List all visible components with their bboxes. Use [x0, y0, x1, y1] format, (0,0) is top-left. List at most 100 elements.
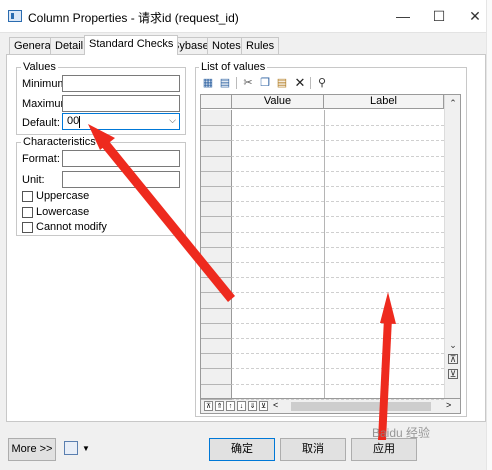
grid-row-line	[201, 307, 444, 309]
row-header[interactable]	[201, 353, 232, 355]
window-edge	[486, 0, 492, 470]
scroll-up-icon[interactable]: ⌃	[445, 96, 460, 110]
tab-rules[interactable]: Rules	[241, 37, 280, 54]
grid-row-line	[201, 170, 444, 172]
grid-row-line	[201, 262, 444, 263]
grid-row-line	[201, 140, 444, 142]
row-header[interactable]	[201, 140, 232, 142]
row-header[interactable]	[201, 216, 232, 218]
chevron-down-icon[interactable]: ▼	[82, 444, 90, 453]
grid-row-line	[201, 322, 444, 324]
default-value: 00	[67, 115, 80, 127]
row-header[interactable]	[201, 170, 232, 172]
grid-corner	[201, 95, 232, 109]
next-page-icon[interactable]: ⇓	[248, 401, 257, 411]
title-bar: Column Properties - 请求id (request_id) — …	[0, 0, 492, 32]
paste-icon[interactable]: ▤	[275, 76, 289, 90]
prev-icon[interactable]: ↑	[226, 401, 235, 411]
row-header[interactable]	[201, 186, 232, 187]
add-row-icon[interactable]: ▦	[201, 76, 215, 90]
vertical-scrollbar[interactable]: ⌃ ⌄ ⊼ ⊻	[444, 95, 460, 398]
format-label: Format:	[22, 153, 60, 165]
print-icon[interactable]	[64, 441, 78, 455]
row-header[interactable]	[201, 383, 232, 385]
row-header[interactable]	[201, 277, 232, 279]
column-header-value[interactable]: Value	[232, 95, 324, 109]
chevron-down-icon[interactable]: ⌵	[169, 115, 176, 126]
copy-icon[interactable]: ❐	[258, 76, 272, 90]
row-header[interactable]	[201, 155, 232, 157]
row-header[interactable]	[201, 368, 232, 370]
scroll-page-down-icon[interactable]: ⊻	[448, 369, 458, 379]
grid-row-line	[201, 246, 444, 248]
format-field[interactable]	[62, 150, 180, 167]
window-icon	[8, 10, 22, 22]
values-grid[interactable]: Value Label ⌃ ⌄ ⊼ ⊻ ⊼ ⇑ ↑ ↓ ⇓ ⊻ < >	[200, 94, 461, 414]
grid-row-line	[201, 338, 444, 339]
grid-row-line	[201, 292, 444, 294]
row-header[interactable]	[201, 322, 232, 324]
delete-icon[interactable]: ✕	[293, 76, 307, 90]
values-group-title: Values	[21, 61, 58, 73]
window-title: Column Properties - 请求id (request_id)	[28, 11, 239, 25]
last-icon[interactable]: ⊻	[259, 401, 268, 411]
row-header[interactable]	[201, 338, 232, 339]
grid-row-line	[201, 155, 444, 157]
ok-button[interactable]: 确定	[209, 438, 275, 461]
row-header[interactable]	[201, 246, 232, 248]
tab-detail[interactable]: Detail	[50, 37, 89, 54]
toolbar-divider	[310, 77, 311, 89]
scroll-page-up-icon[interactable]: ⊼	[448, 354, 458, 364]
horizontal-scroll-thumb[interactable]	[291, 402, 431, 411]
grid-row-line	[201, 186, 444, 187]
lowercase-checkbox[interactable]	[22, 207, 33, 218]
unit-label: Unit:	[22, 174, 45, 186]
row-header[interactable]	[201, 231, 232, 233]
grid-header: Value Label	[201, 95, 460, 109]
grid-row-line	[201, 398, 444, 400]
scroll-right-icon[interactable]: >	[446, 400, 451, 410]
grid-row-line	[201, 216, 444, 218]
row-header[interactable]	[201, 307, 232, 309]
grid-row-line	[201, 383, 444, 385]
tab-notes[interactable]: Notes	[207, 37, 246, 54]
next-icon[interactable]: ↓	[237, 401, 246, 411]
cannot-modify-checkbox[interactable]	[22, 222, 33, 233]
unit-field[interactable]	[62, 171, 180, 188]
row-header[interactable]	[201, 292, 232, 294]
row-header[interactable]	[201, 398, 232, 400]
row-header[interactable]	[201, 201, 232, 203]
maximum-field[interactable]	[62, 95, 180, 112]
cancel-button[interactable]: 取消	[280, 438, 346, 461]
column-separator	[324, 110, 325, 398]
row-number-column	[201, 110, 232, 398]
grid-navigation-bar: ⊼ ⇑ ↑ ↓ ⇓ ⊻ < >	[201, 398, 460, 413]
uppercase-label: Uppercase	[36, 190, 90, 202]
default-label: Default:	[22, 117, 60, 129]
maximize-button[interactable]: ☐	[422, 4, 456, 28]
scroll-down-icon[interactable]: ⌄	[445, 338, 460, 352]
minimum-field[interactable]	[62, 75, 180, 92]
scroll-left-icon[interactable]: <	[273, 400, 278, 410]
characteristics-group-title: Characteristics	[21, 136, 98, 148]
column-header-label[interactable]: Label	[324, 95, 444, 109]
prev-page-icon[interactable]: ⇑	[215, 401, 224, 411]
cannot-modify-label: Cannot modify	[36, 221, 107, 233]
lowercase-label: Lowercase	[36, 206, 90, 218]
default-combobox[interactable]: 00 ⌵	[62, 113, 180, 130]
grid-row-line	[201, 125, 444, 127]
more-button[interactable]: More >>	[8, 438, 56, 461]
insert-row-icon[interactable]: ▤	[218, 76, 232, 90]
tab-standard-checks[interactable]: Standard Checks	[84, 35, 179, 55]
minimize-button[interactable]: —	[386, 4, 420, 28]
grid-row-line	[201, 231, 444, 233]
grid-row-line	[201, 368, 444, 370]
cut-icon[interactable]: ✂	[241, 76, 255, 90]
row-header[interactable]	[201, 125, 232, 127]
uppercase-checkbox[interactable]	[22, 191, 33, 202]
find-icon[interactable]: ⚲	[315, 76, 329, 90]
first-icon[interactable]: ⊼	[204, 401, 213, 411]
list-of-values-title: List of values	[199, 61, 268, 73]
text-caret	[79, 116, 80, 128]
row-header[interactable]	[201, 262, 232, 263]
